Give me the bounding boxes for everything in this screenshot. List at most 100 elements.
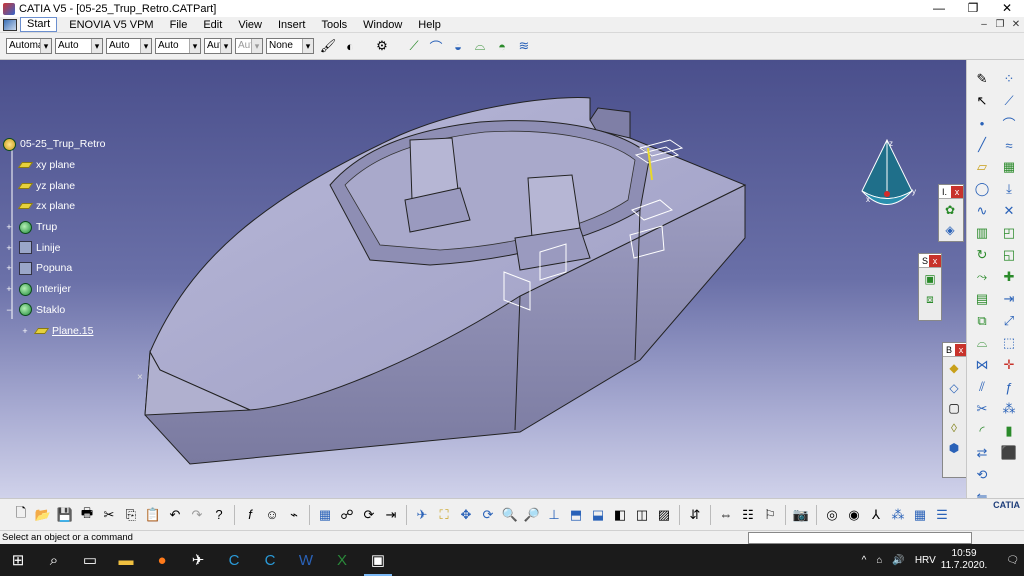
menu-insert[interactable]: Insert bbox=[270, 18, 314, 32]
expand-plus-icon[interactable]: + bbox=[20, 324, 30, 338]
surface-box-icon[interactable]: ▣ bbox=[921, 270, 939, 288]
split-solid-icon[interactable]: ⧈ bbox=[921, 290, 939, 308]
3d-viewport[interactable]: × 05-25_Trup_Retro xy plane yz plane zx … bbox=[0, 60, 966, 498]
trim-icon[interactable]: ✂ bbox=[973, 400, 991, 418]
design-table-icon[interactable]: ▦ bbox=[316, 506, 334, 524]
thickness-icon[interactable]: ▮ bbox=[1000, 422, 1018, 440]
section-icon[interactable]: ⟋ bbox=[405, 37, 423, 55]
tree-node-label[interactable]: Staklo bbox=[36, 304, 65, 316]
measure-icon[interactable]: ⇥ bbox=[382, 506, 400, 524]
scaling-icon[interactable]: ⤢ bbox=[1000, 312, 1018, 330]
fit-all-icon[interactable]: ⛶ bbox=[435, 506, 453, 524]
split-icon[interactable]: ⫽ bbox=[973, 378, 991, 396]
formula-icon[interactable]: f bbox=[241, 506, 259, 524]
layer-select[interactable]: None bbox=[266, 38, 314, 54]
connect-checker-icon[interactable]: ◓ bbox=[493, 37, 511, 55]
save-icon[interactable]: 💾 bbox=[56, 506, 74, 524]
layer-filter-icon[interactable]: ☰ bbox=[933, 506, 951, 524]
expand-plus-icon[interactable]: + bbox=[4, 220, 14, 234]
sketcher-icon[interactable]: ✎ bbox=[973, 70, 991, 88]
multi-view-icon[interactable]: ◎ bbox=[823, 506, 841, 524]
boolean-union-trim-icon[interactable]: ◊ bbox=[945, 419, 963, 437]
extrapolate-icon[interactable]: ⇥ bbox=[1000, 290, 1018, 308]
excel-icon[interactable]: X bbox=[324, 544, 360, 576]
rotate-icon[interactable]: ⟲ bbox=[973, 466, 991, 484]
tree-node-xy-plane[interactable]: xy plane bbox=[2, 155, 122, 176]
apply-material-icon[interactable]: ◐ bbox=[341, 37, 359, 55]
boolean-add-icon[interactable]: ◆ bbox=[945, 359, 963, 377]
expand-plus-icon[interactable]: + bbox=[4, 241, 14, 255]
table-icon[interactable]: ▦ bbox=[911, 506, 929, 524]
hide-show-icon[interactable]: ◫ bbox=[633, 506, 651, 524]
menu-help[interactable]: Help bbox=[410, 18, 449, 32]
parameters-icon[interactable]: ⇔ bbox=[717, 506, 735, 524]
paint-brush-icon[interactable]: 🖌 bbox=[319, 37, 337, 55]
pattern-icon[interactable]: ⁂ bbox=[1000, 400, 1018, 418]
loft-icon[interactable]: ⧉ bbox=[973, 312, 991, 330]
floating-toolbar-s[interactable]: S x ▣ ⧈ bbox=[918, 253, 942, 321]
line-type-select[interactable]: Auto bbox=[155, 38, 201, 54]
point-symbol-select[interactable]: Aut bbox=[204, 38, 232, 54]
boolean-intersect-icon[interactable]: ▢ bbox=[945, 399, 963, 417]
tree-node-label[interactable]: yz plane bbox=[36, 180, 75, 192]
comment-icon[interactable]: ☺ bbox=[263, 506, 281, 524]
connect-curve-icon[interactable]: ⌒ bbox=[1000, 114, 1018, 132]
search-icon[interactable]: ⌕ bbox=[36, 544, 72, 576]
sweep-icon[interactable]: ⤳ bbox=[973, 268, 991, 286]
spline-icon[interactable]: ∿ bbox=[973, 202, 991, 220]
projection-icon[interactable]: ⤓ bbox=[1000, 180, 1018, 198]
menu-tools[interactable]: Tools bbox=[313, 18, 355, 32]
tray-chevron-icon[interactable]: ^ bbox=[862, 555, 867, 566]
expand-plus-icon[interactable]: + bbox=[4, 282, 14, 296]
boundary-icon[interactable]: ◰ bbox=[1000, 224, 1018, 242]
capture-icon[interactable]: 📷 bbox=[792, 506, 810, 524]
cut-icon[interactable]: ✂ bbox=[100, 506, 118, 524]
swap-space-icon[interactable]: ▨ bbox=[655, 506, 673, 524]
catalog-icon[interactable]: ☍ bbox=[338, 506, 356, 524]
language-indicator[interactable]: HRV bbox=[915, 555, 936, 566]
extrude-icon[interactable]: ▥ bbox=[973, 224, 991, 242]
line-icon[interactable]: ╱ bbox=[973, 136, 991, 154]
doc-close-button[interactable]: ✕ bbox=[1008, 17, 1024, 33]
porcupine-icon[interactable]: ≋ bbox=[515, 37, 533, 55]
minimize-button[interactable]: — bbox=[922, 0, 956, 17]
panel-header[interactable]: I. x bbox=[939, 185, 963, 199]
offset-surface-icon[interactable]: ▦ bbox=[1000, 158, 1018, 176]
zoom-out-icon[interactable]: 🔎 bbox=[523, 506, 541, 524]
view-mode-icon[interactable]: ⬓ bbox=[589, 506, 607, 524]
boat-hull-model[interactable]: × bbox=[0, 60, 966, 498]
zoom-in-icon[interactable]: 🔍 bbox=[501, 506, 519, 524]
power-input-field[interactable] bbox=[748, 532, 972, 544]
menu-view[interactable]: View bbox=[230, 18, 270, 32]
tree-node-label[interactable]: xy plane bbox=[36, 159, 75, 171]
paste-icon[interactable]: 📋 bbox=[144, 506, 162, 524]
ccleaner-icon[interactable]: C bbox=[216, 544, 252, 576]
whats-this-help-icon[interactable]: ? bbox=[210, 506, 228, 524]
floating-toolbar-i[interactable]: I. x ✿ ◈ bbox=[938, 184, 964, 242]
tree-node-zx-plane[interactable]: zx plane bbox=[2, 196, 122, 217]
open-folder-icon[interactable]: 📂 bbox=[34, 506, 52, 524]
law-icon[interactable]: ƒ bbox=[1000, 378, 1018, 396]
network-icon[interactable]: ⌂ bbox=[876, 555, 882, 566]
line-thickness-select[interactable]: Auto bbox=[106, 38, 152, 54]
tree-node-label[interactable]: Interijer bbox=[36, 283, 71, 295]
browser-icon[interactable]: C bbox=[252, 544, 288, 576]
polyline-icon[interactable]: ⟋ bbox=[1000, 92, 1018, 110]
app-icon[interactable]: ✈ bbox=[180, 544, 216, 576]
task-view-icon[interactable]: ▭ bbox=[72, 544, 108, 576]
maximize-button[interactable]: ❐ bbox=[956, 0, 990, 17]
fillet-icon[interactable]: ◜ bbox=[973, 422, 991, 440]
apply-customize-icon[interactable]: ⇵ bbox=[686, 506, 704, 524]
axis-system-icon[interactable]: ✛ bbox=[1000, 356, 1018, 374]
insert-geoset-icon[interactable]: ◈ bbox=[941, 221, 959, 239]
catia-document-icon[interactable] bbox=[3, 18, 17, 31]
start-menu[interactable]: Start bbox=[20, 17, 58, 32]
panel-close-button[interactable]: x bbox=[929, 254, 941, 267]
material-ball-icon[interactable]: ◉ bbox=[845, 506, 863, 524]
panel-close-button[interactable]: x bbox=[955, 343, 966, 356]
catia-taskbar-icon[interactable]: ▣ bbox=[360, 544, 396, 576]
menu-enovia[interactable]: ENOVIA V5 VPM bbox=[61, 18, 161, 32]
panel-header[interactable]: S x bbox=[919, 254, 941, 268]
draft-analysis-icon[interactable]: ◒ bbox=[449, 37, 467, 55]
doc-minimize-button[interactable]: – bbox=[976, 17, 992, 33]
